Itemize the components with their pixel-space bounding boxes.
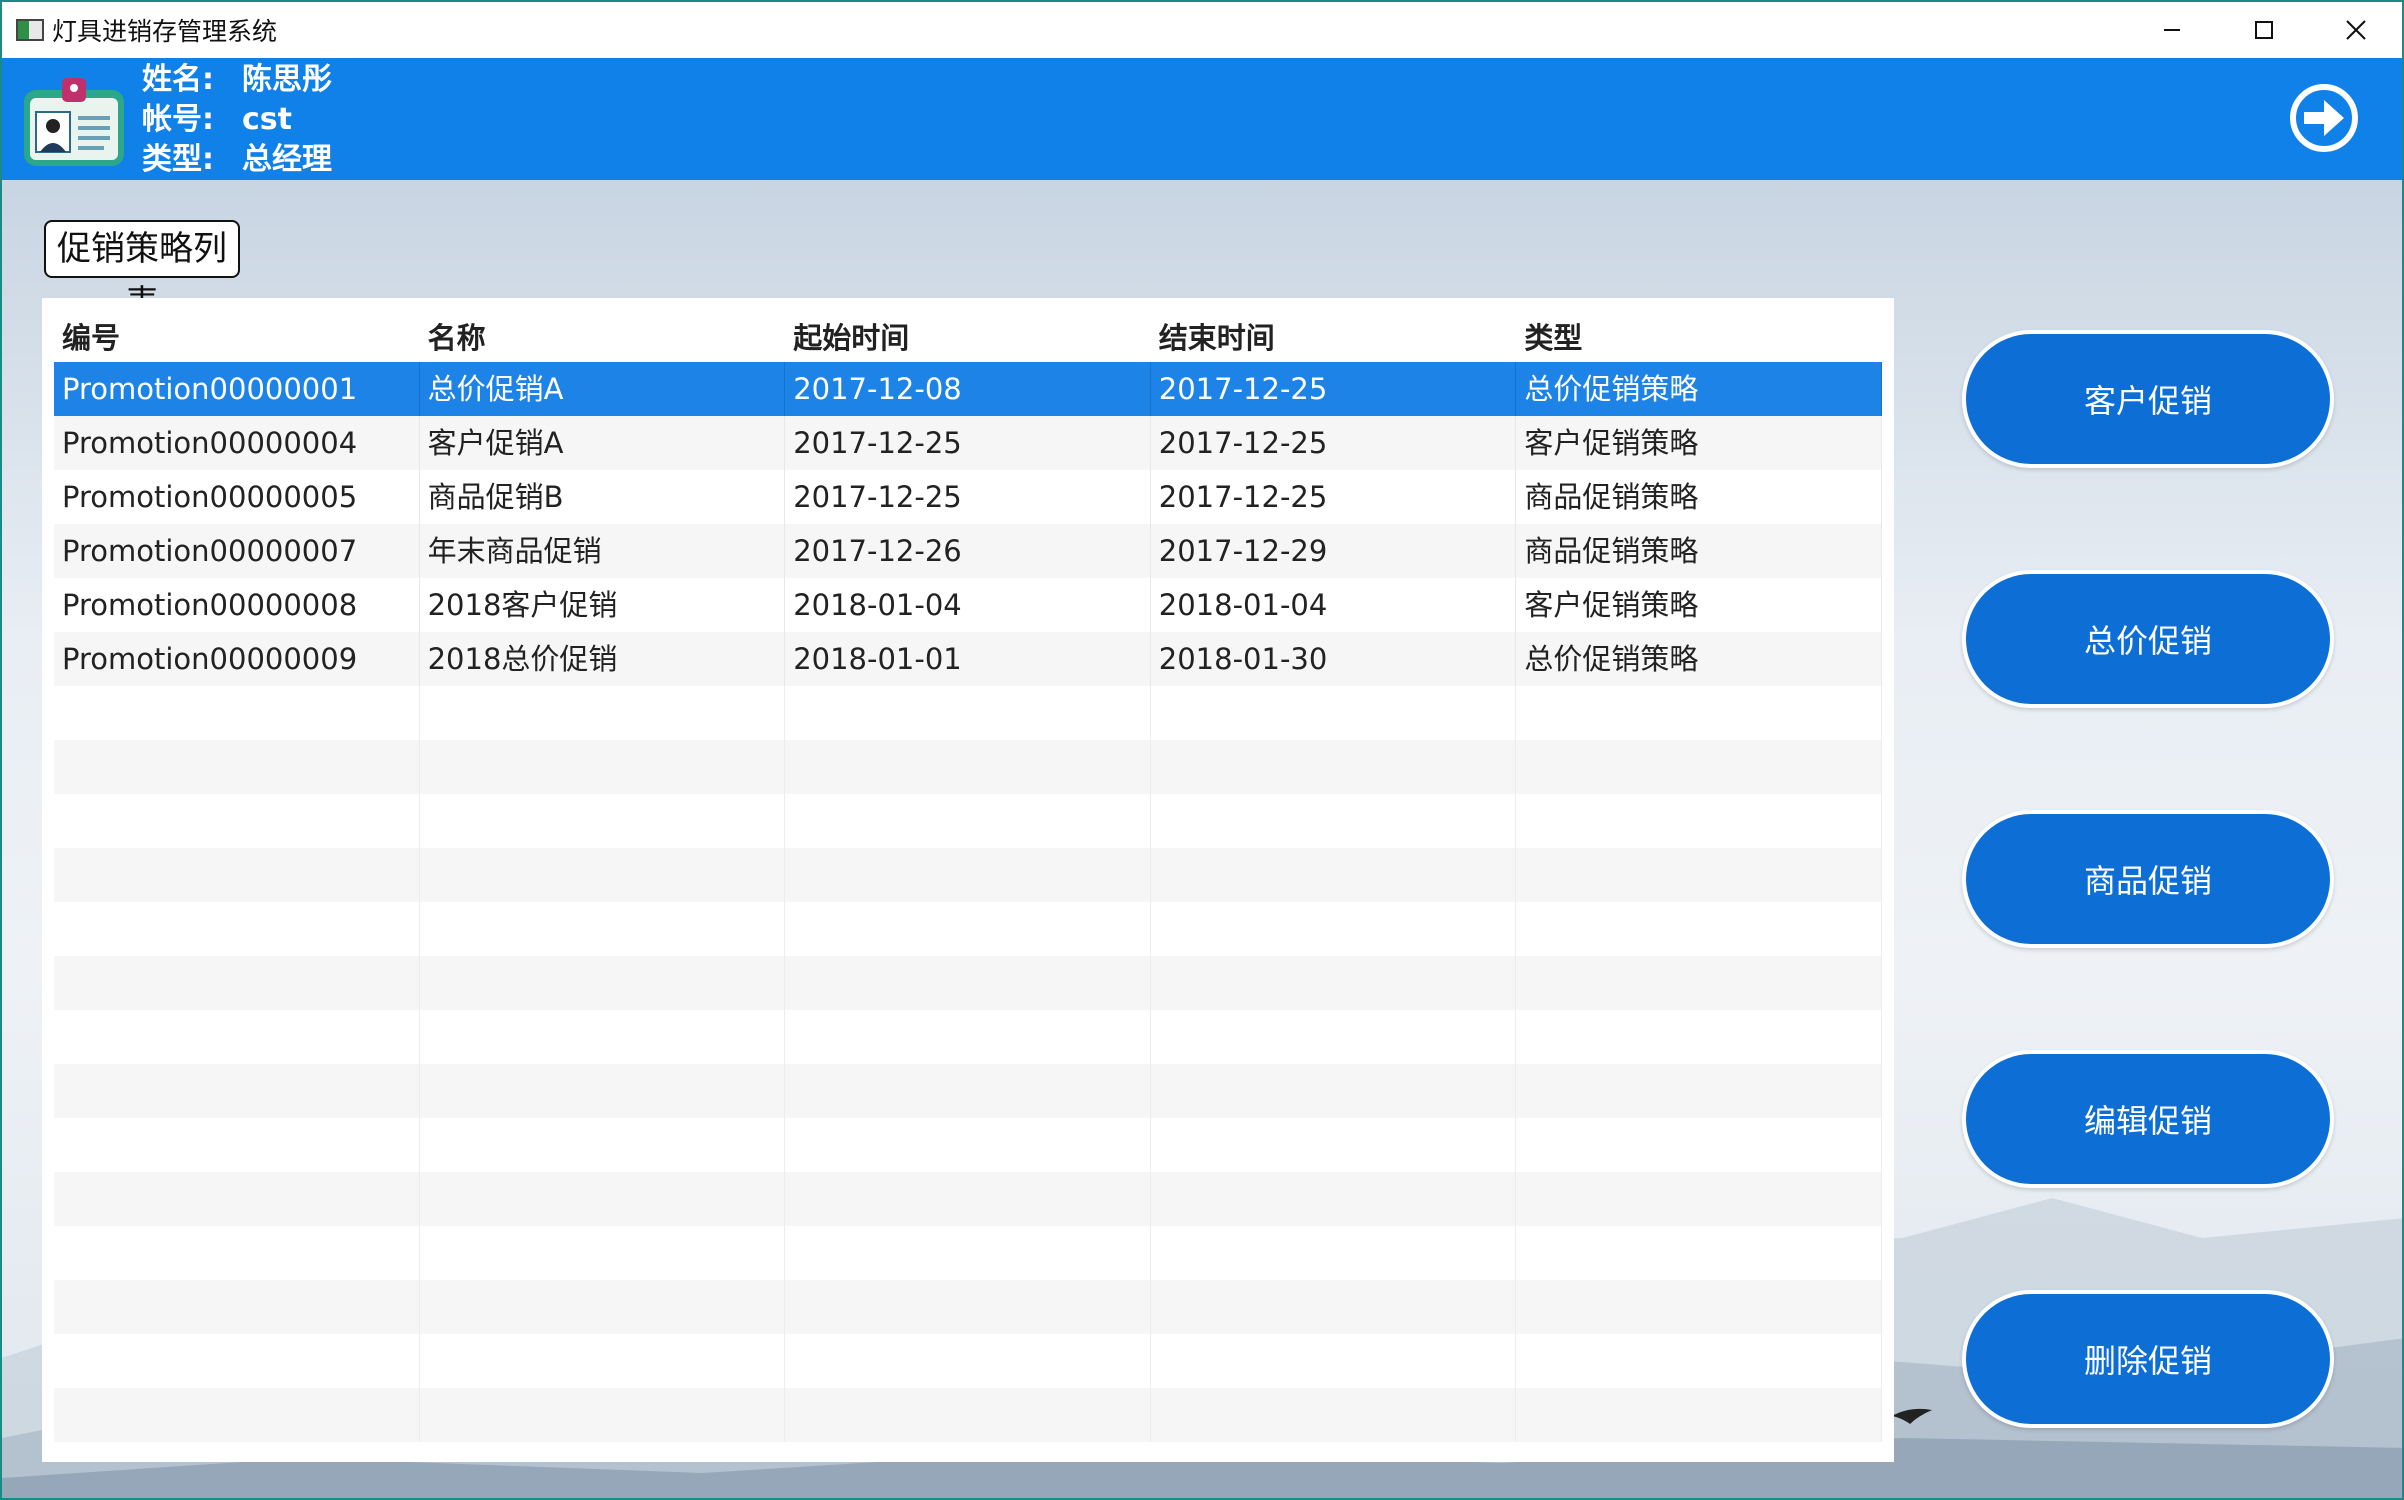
cell-end: 2017-12-25: [1151, 362, 1517, 416]
cell-id: Promotion00000007: [54, 524, 420, 578]
user-header: 姓名: 陈思彤 帐号: cst 类型: 总经理: [2, 58, 2402, 180]
cell-type: 商品促销策略: [1516, 524, 1882, 578]
edit-promotion-button[interactable]: 编辑促销: [1962, 1050, 2334, 1188]
table-row[interactable]: Promotion00000001 总价促销A 2017-12-08 2017-…: [54, 362, 1882, 416]
maximize-button[interactable]: [2218, 2, 2310, 58]
logout-button[interactable]: [2288, 82, 2360, 154]
cell-type: 商品促销策略: [1516, 470, 1882, 524]
cell-name: 客户促销A: [420, 416, 786, 470]
cell-type: 客户促销策略: [1516, 416, 1882, 470]
cell-id: Promotion00000008: [54, 578, 420, 632]
goods-promotion-button[interactable]: 商品促销: [1962, 810, 2334, 948]
cell-end: 2018-01-30: [1151, 632, 1517, 686]
empty-row: [54, 1226, 1882, 1280]
cell-start: 2017-12-26: [785, 524, 1151, 578]
cell-end: 2017-12-29: [1151, 524, 1517, 578]
cell-id: Promotion00000009: [54, 632, 420, 686]
cell-start: 2017-12-08: [785, 362, 1151, 416]
cell-start: 2018-01-04: [785, 578, 1151, 632]
column-header-type[interactable]: 类型: [1516, 315, 1882, 357]
cell-type: 客户促销策略: [1516, 578, 1882, 632]
cell-name: 总价促销A: [420, 362, 786, 416]
table-row[interactable]: Promotion00000007 年末商品促销 2017-12-26 2017…: [54, 524, 1882, 578]
promotion-table-panel: 编号 名称 起始时间 结束时间 类型 Promotion00000001 总价促…: [42, 298, 1894, 1462]
cell-end: 2018-01-04: [1151, 578, 1517, 632]
section-title: 促销策略列表: [44, 220, 240, 323]
user-account-row: 帐号: cst: [142, 100, 332, 140]
user-type-value: 总经理: [242, 142, 332, 177]
user-type-label: 类型:: [142, 142, 214, 177]
user-info: 姓名: 陈思彤 帐号: cst 类型: 总经理: [142, 60, 332, 180]
cell-type: 总价促销策略: [1516, 632, 1882, 686]
empty-row: [54, 1118, 1882, 1172]
cell-end: 2017-12-25: [1151, 416, 1517, 470]
table-row[interactable]: Promotion00000008 2018客户促销 2018-01-04 20…: [54, 578, 1882, 632]
user-type-row: 类型: 总经理: [142, 140, 332, 180]
empty-row: [54, 794, 1882, 848]
id-badge-icon: [24, 78, 124, 166]
column-header-name[interactable]: 名称: [420, 315, 786, 357]
cell-name: 商品促销B: [420, 470, 786, 524]
cell-start: 2017-12-25: [785, 416, 1151, 470]
table-row[interactable]: Promotion00000004 客户促销A 2017-12-25 2017-…: [54, 416, 1882, 470]
cell-name: 2018客户促销: [420, 578, 786, 632]
empty-row: [54, 1064, 1882, 1118]
promotion-table: 编号 名称 起始时间 结束时间 类型 Promotion00000001 总价促…: [54, 310, 1882, 1442]
close-icon: [2346, 20, 2366, 40]
empty-row: [54, 1172, 1882, 1226]
empty-row: [54, 1280, 1882, 1334]
user-account-value: cst: [242, 102, 292, 137]
column-header-start[interactable]: 起始时间: [785, 315, 1151, 357]
title-bar: 灯具进销存管理系统: [2, 2, 2402, 58]
cell-start: 2018-01-01: [785, 632, 1151, 686]
user-name-label: 姓名:: [142, 62, 214, 97]
cell-id: Promotion00000001: [54, 362, 420, 416]
delete-promotion-button[interactable]: 删除促销: [1962, 1290, 2334, 1428]
close-button[interactable]: [2310, 2, 2402, 58]
column-header-end[interactable]: 结束时间: [1151, 315, 1517, 357]
cell-id: Promotion00000004: [54, 416, 420, 470]
empty-row: [54, 956, 1882, 1010]
cell-start: 2017-12-25: [785, 470, 1151, 524]
cell-type: 总价促销策略: [1516, 362, 1882, 416]
user-name-row: 姓名: 陈思彤: [142, 60, 332, 100]
empty-row: [54, 1010, 1882, 1064]
table-row[interactable]: Promotion00000005 商品促销B 2017-12-25 2017-…: [54, 470, 1882, 524]
minimize-button[interactable]: [2126, 2, 2218, 58]
table-header: 编号 名称 起始时间 结束时间 类型: [54, 310, 1882, 362]
window-controls: [2126, 2, 2402, 58]
user-name-value: 陈思彤: [242, 62, 332, 97]
empty-row: [54, 1334, 1882, 1388]
empty-row: [54, 848, 1882, 902]
customer-promotion-button[interactable]: 客户促销: [1962, 330, 2334, 468]
total-promotion-button[interactable]: 总价促销: [1962, 570, 2334, 708]
empty-row: [54, 1388, 1882, 1442]
table-row[interactable]: Promotion00000009 2018总价促销 2018-01-01 20…: [54, 632, 1882, 686]
maximize-icon: [2255, 21, 2273, 39]
empty-row: [54, 686, 1882, 740]
column-header-id[interactable]: 编号: [54, 315, 420, 357]
empty-row: [54, 740, 1882, 794]
app-icon: [16, 19, 44, 41]
window-title: 灯具进销存管理系统: [52, 17, 278, 46]
empty-row: [54, 902, 1882, 956]
cell-id: Promotion00000005: [54, 470, 420, 524]
user-account-label: 帐号:: [142, 102, 214, 137]
cell-name: 2018总价促销: [420, 632, 786, 686]
cell-name: 年末商品促销: [420, 524, 786, 578]
arrow-right-circle-icon: [2304, 100, 2344, 136]
app-window: 灯具进销存管理系统 姓名: 陈思彤 帐号: cst 类型: 总经理 促销策略列 …: [0, 0, 2404, 1500]
cell-end: 2017-12-25: [1151, 470, 1517, 524]
minimize-icon: [2164, 29, 2180, 31]
